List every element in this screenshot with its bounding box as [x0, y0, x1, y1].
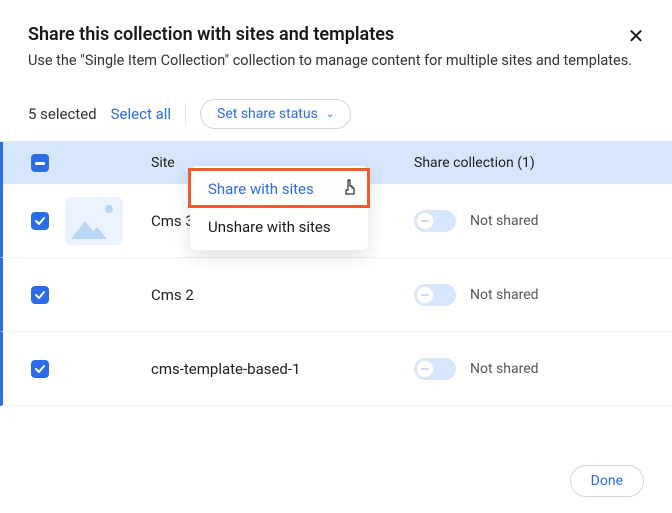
row-checkbox[interactable] — [31, 286, 49, 304]
share-collection-modal: Share this collection with sites and tem… — [0, 0, 672, 513]
site-name: Cms 2 — [151, 286, 414, 304]
chevron-down-icon: ⌄ — [326, 110, 334, 120]
share-status-label: Not shared — [470, 213, 539, 229]
site-name: cms-template-based-1 — [151, 360, 414, 378]
table-row: cms-template-based-1 Not shared — [0, 332, 672, 406]
site-thumbnail — [65, 345, 123, 393]
dropdown-item-unshare[interactable]: Unshare with sites — [190, 208, 368, 246]
share-status-label: Not shared — [470, 287, 539, 303]
modal-header: Share this collection with sites and tem… — [0, 0, 672, 71]
close-button[interactable]: ✕ — [624, 24, 648, 48]
select-all-link[interactable]: Select all — [111, 105, 171, 123]
selected-count: 5 selected — [28, 105, 97, 123]
share-toggle[interactable] — [414, 284, 456, 306]
toolbar-divider — [185, 103, 186, 125]
row-checkbox[interactable] — [31, 212, 49, 230]
done-button[interactable]: Done — [570, 465, 644, 497]
close-icon: ✕ — [628, 24, 645, 48]
select-all-checkbox[interactable] — [31, 154, 49, 172]
site-thumbnail — [65, 197, 123, 245]
set-share-status-label: Set share status — [217, 106, 318, 122]
modal-title: Share this collection with sites and tem… — [28, 24, 644, 45]
column-header-share: Share collection (1) — [414, 155, 644, 171]
table-row: Cms 2 Not shared — [0, 258, 672, 332]
site-thumbnail — [65, 271, 123, 319]
modal-subtitle: Use the "Single Item Collection" collect… — [28, 51, 644, 71]
dropdown-item-share[interactable]: Share with sites — [190, 170, 368, 208]
set-share-status-button[interactable]: Set share status ⌄ — [200, 99, 351, 129]
share-status-label: Not shared — [470, 361, 539, 377]
share-toggle[interactable] — [414, 210, 456, 232]
share-toggle[interactable] — [414, 358, 456, 380]
row-checkbox[interactable] — [31, 360, 49, 378]
toolbar: 5 selected Select all Set share status ⌄ — [0, 71, 672, 141]
share-status-dropdown: Share with sites Unshare with sites — [190, 166, 368, 250]
modal-footer: Done — [0, 449, 672, 513]
